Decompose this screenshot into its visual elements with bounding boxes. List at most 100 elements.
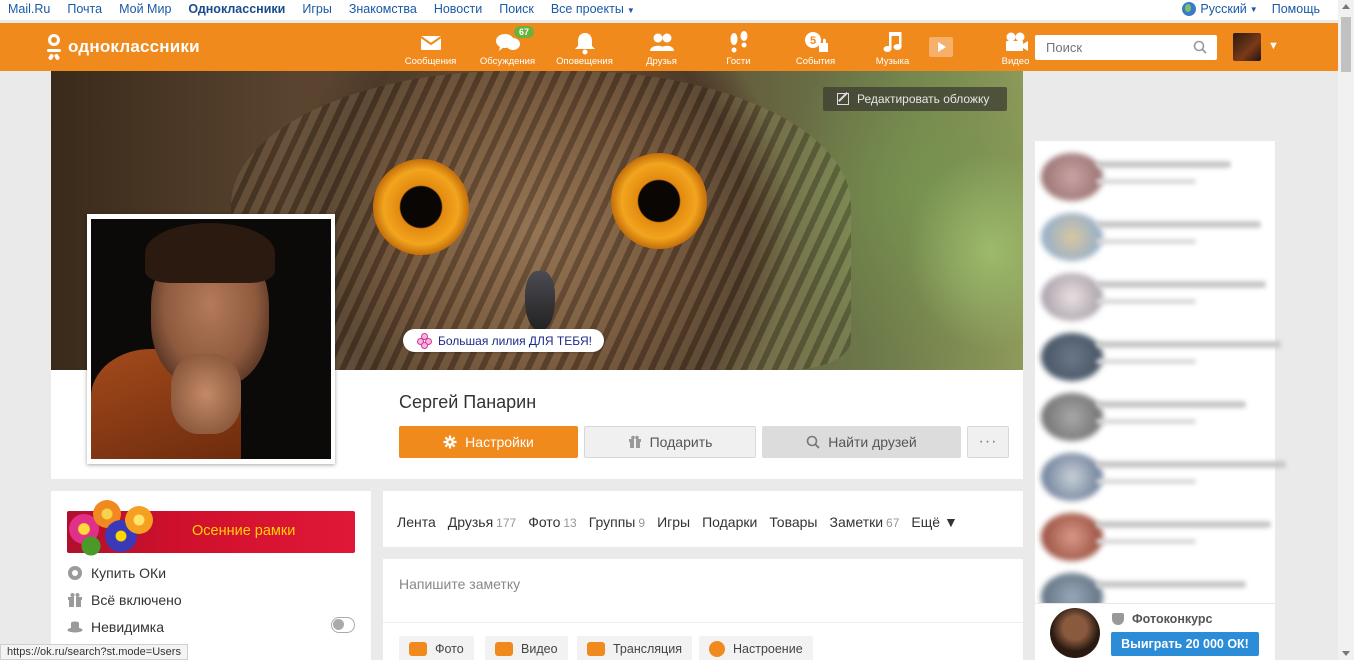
nav-events[interactable]: 5 События [777, 23, 854, 71]
owl-eye-left [373, 159, 469, 255]
scroll-down-arrow-icon[interactable] [1342, 651, 1350, 656]
tab-games-label: Игры [657, 514, 691, 530]
friend-item[interactable] [1041, 333, 1281, 381]
more-options-button[interactable]: ··· [967, 426, 1009, 458]
tab-photos-label: Фото [528, 514, 561, 530]
page-scrollbar[interactable] [1338, 0, 1354, 660]
menu-all-inclusive[interactable]: Всё включено [67, 590, 182, 610]
menu-buy-ok[interactable]: Купить ОКи [67, 563, 166, 583]
tab-photos[interactable]: Фото 13 [528, 514, 577, 530]
tab-gifts[interactable]: Подарки [702, 514, 757, 530]
gift-label: Подарить [649, 434, 713, 450]
note-stream-label: Трансляция [613, 642, 682, 656]
tab-feed[interactable]: Лента [397, 514, 436, 530]
tab-groups-count: 9 [638, 516, 646, 530]
status-bar-url: https://ok.ru/search?st.mode=Users [0, 644, 188, 660]
edit-cover-button[interactable]: Редактировать обложку [823, 87, 1007, 111]
gift-icon [628, 435, 641, 448]
invisible-toggle[interactable] [331, 617, 355, 633]
tab-friends-count: 177 [496, 516, 517, 530]
nav-friends[interactable]: Друзья [623, 23, 700, 71]
user-avatar[interactable] [1233, 33, 1261, 61]
note-mood-button[interactable]: Настроение [699, 636, 813, 660]
nav-guests[interactable]: Гости [700, 23, 777, 71]
help-link[interactable]: Помощь [1272, 2, 1320, 16]
friend-item[interactable] [1041, 213, 1271, 261]
note-input[interactable]: Напишите заметку [399, 576, 520, 592]
menu-invisible[interactable]: Невидимка [67, 617, 164, 637]
tab-friends[interactable]: Друзья 177 [448, 514, 516, 530]
friend-item[interactable] [1041, 393, 1271, 441]
profile-photo [91, 219, 331, 459]
find-friends-label: Найти друзей [828, 434, 917, 450]
video-camera-icon [1005, 32, 1028, 51]
nav-music[interactable]: Музыка [854, 23, 931, 71]
portal-link-my-world[interactable]: Мой Мир [119, 2, 171, 16]
flowers-decoration-icon [65, 496, 157, 558]
settings-button[interactable]: Настройки [399, 426, 578, 458]
portal-links: Mail.Ru Почта Мой Мир Одноклассники Игры… [8, 2, 652, 16]
contest-win-button[interactable]: Выиграть 20 000 ОК! [1111, 632, 1259, 656]
video-icon [495, 642, 513, 656]
scroll-up-arrow-icon[interactable] [1342, 4, 1350, 9]
gift-text: Большая лилия ДЛЯ ТЕБЯ! [438, 333, 592, 348]
bell-icon [574, 33, 595, 55]
chevron-down-icon: ▼ [1249, 4, 1258, 14]
friend-item[interactable] [1041, 153, 1271, 201]
globe-icon [1182, 2, 1197, 16]
portal-link-mailru[interactable]: Mail.Ru [8, 2, 50, 16]
gift-badge[interactable]: Большая лилия ДЛЯ ТЕБЯ! [403, 329, 604, 352]
chevron-down-icon[interactable]: ▼ [1268, 40, 1279, 52]
tab-feed-label: Лента [397, 514, 436, 530]
camera-icon [409, 642, 427, 656]
profile-photo-frame[interactable] [87, 214, 335, 464]
nav-guests-label: Гости [726, 56, 751, 67]
portal-link-odnoklassniki[interactable]: Одноклассники [188, 2, 285, 16]
portal-link-games[interactable]: Игры [302, 2, 331, 16]
nav-messages[interactable]: Сообщения [392, 23, 469, 71]
note-video-button[interactable]: Видео [485, 636, 568, 660]
language-selector[interactable]: Русский [1200, 2, 1246, 16]
owl-eye-right [611, 153, 707, 249]
nav-music-label: Музыка [875, 56, 910, 67]
nav-notifications-label: Оповещения [556, 56, 613, 67]
friend-item[interactable] [1041, 513, 1271, 561]
tab-games[interactable]: Игры [657, 514, 690, 530]
autumn-frames-banner[interactable]: Осенние рамки [67, 500, 355, 556]
nav-video-promo[interactable] [929, 23, 953, 71]
trophy-icon [1112, 613, 1124, 625]
portal-link-dating[interactable]: Знакомства [349, 2, 417, 16]
tab-notes[interactable]: Заметки 67 [830, 514, 900, 530]
contest-title-label: Фотоконкурс [1132, 612, 1213, 626]
scroll-thumb[interactable] [1341, 17, 1351, 72]
tab-notes-count: 67 [886, 516, 900, 530]
portal-link-search[interactable]: Поиск [499, 2, 534, 16]
gift-button[interactable]: Подарить [584, 426, 756, 458]
search-input[interactable] [1035, 35, 1185, 60]
portal-link-news[interactable]: Новости [434, 2, 482, 16]
nav-notifications[interactable]: Оповещения [546, 23, 623, 71]
tab-groups[interactable]: Группы 9 [589, 514, 645, 530]
footprints-icon [730, 31, 747, 53]
tab-more[interactable]: Ещё ▼ [911, 514, 957, 530]
profile-tabs: Лента Друзья 177 Фото 13 Группы 9 Игры Пода… [397, 514, 970, 530]
contest-avatar[interactable] [1050, 608, 1100, 658]
tab-notes-label: Заметки [829, 514, 884, 530]
nav-friends-label: Друзья [646, 56, 677, 67]
find-friends-button[interactable]: Найти друзей [762, 426, 961, 458]
portal-link-all-projects[interactable]: Все проекты ▼ [551, 2, 635, 16]
note-photo-button[interactable]: Фото [399, 636, 474, 660]
note-mood-label: Настроение [733, 642, 803, 656]
profile-name: Сергей Панарин [399, 392, 537, 412]
note-stream-button[interactable]: Трансляция [577, 636, 692, 660]
envelope-icon [419, 36, 442, 50]
note-divider [383, 622, 1023, 623]
friend-item[interactable] [1041, 453, 1286, 501]
nav-discussions[interactable]: 67 Обсуждения [469, 23, 546, 71]
hat-icon [67, 621, 83, 633]
tab-goods[interactable]: Товары [769, 514, 817, 530]
search-icon[interactable] [1193, 40, 1207, 54]
ok-logo[interactable]: одноклассники [46, 34, 200, 61]
friend-item[interactable] [1041, 273, 1271, 321]
portal-link-mail[interactable]: Почта [67, 2, 102, 16]
